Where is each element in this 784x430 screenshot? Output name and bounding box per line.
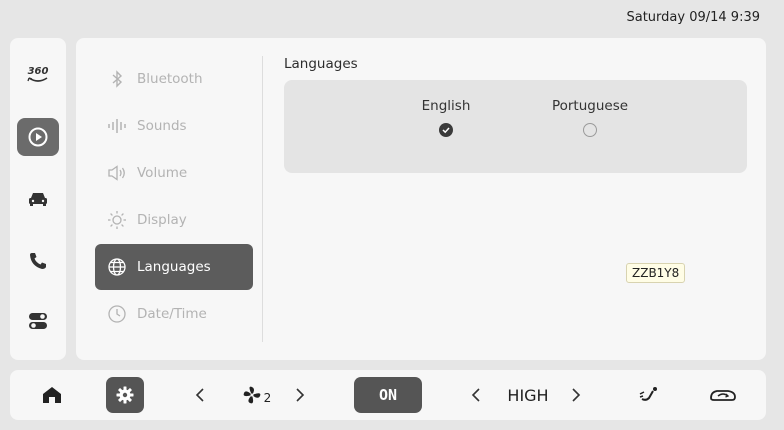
airflow-button[interactable] xyxy=(636,370,664,420)
settings-panel: Bluetooth Sounds Volume Display Language… xyxy=(76,38,766,360)
bottom-bar: 2 ON HIGH xyxy=(10,370,766,420)
menu-item-label: Sounds xyxy=(137,118,187,134)
360-camera-icon: 360 xyxy=(27,67,49,83)
brightness-icon xyxy=(107,210,127,230)
fan-level: 2 xyxy=(263,391,272,405)
fan-increase-button[interactable] xyxy=(290,370,310,420)
rail-vehicle-button[interactable] xyxy=(17,180,59,218)
mode-decrease-button[interactable] xyxy=(466,370,486,420)
clock-icon xyxy=(107,304,127,324)
chevron-left-icon xyxy=(195,388,204,402)
car-icon xyxy=(29,193,47,206)
menu-item-date-time[interactable]: Date/Time xyxy=(95,291,253,337)
play-icon xyxy=(28,127,48,147)
chevron-right-icon xyxy=(572,388,581,402)
side-rail: 360 xyxy=(10,38,66,360)
language-label: Portuguese xyxy=(551,98,629,114)
menu-item-label: Bluetooth xyxy=(137,71,203,87)
seat-airflow-icon xyxy=(639,387,657,401)
language-label: English xyxy=(421,98,471,114)
menu-divider xyxy=(262,56,263,342)
menu-item-bluetooth[interactable]: Bluetooth xyxy=(95,56,253,102)
phone-icon xyxy=(30,253,46,269)
label-tag: ZZB1Y8 xyxy=(626,263,686,283)
language-option-english[interactable]: English xyxy=(386,98,506,137)
rail-controls-button[interactable] xyxy=(17,302,59,340)
rail-360-camera-button[interactable]: 360 xyxy=(17,56,59,94)
settings-button[interactable] xyxy=(106,370,144,420)
mode-indicator: HIGH xyxy=(498,370,558,420)
chevron-right-icon xyxy=(296,388,305,402)
radio-checked-icon[interactable] xyxy=(439,123,453,137)
recirculation-button[interactable] xyxy=(706,370,740,420)
rail-media-button[interactable] xyxy=(17,118,59,156)
menu-item-label: Display xyxy=(137,212,187,228)
radio-unchecked-icon[interactable] xyxy=(583,123,597,137)
mode-increase-button[interactable] xyxy=(566,370,586,420)
languages-card: English Portuguese xyxy=(284,80,747,173)
speaker-icon xyxy=(107,163,127,183)
fan-decrease-button[interactable] xyxy=(190,370,210,420)
languages-title: Languages xyxy=(284,56,358,72)
recirculation-icon xyxy=(710,390,736,401)
menu-item-label: Date/Time xyxy=(137,306,207,322)
menu-item-volume[interactable]: Volume xyxy=(95,150,253,196)
mode-label: HIGH xyxy=(507,385,549,405)
climate-on-button[interactable]: ON xyxy=(354,370,422,420)
menu-item-label: Languages xyxy=(137,259,211,275)
chevron-left-icon xyxy=(471,388,480,402)
rail-phone-button[interactable] xyxy=(17,242,59,280)
bluetooth-icon xyxy=(107,69,127,89)
fan-icon xyxy=(243,386,261,404)
menu-item-sounds[interactable]: Sounds xyxy=(95,103,253,149)
clock: Saturday 09/14 9:39 xyxy=(626,10,760,25)
status-bar: Saturday 09/14 9:39 xyxy=(0,0,784,36)
globe-icon xyxy=(107,257,127,277)
menu-item-display[interactable]: Display xyxy=(95,197,253,243)
menu-item-languages[interactable]: Languages xyxy=(95,244,253,290)
sound-wave-icon xyxy=(107,116,127,136)
language-option-portuguese[interactable]: Portuguese xyxy=(530,98,650,137)
menu-item-label: Volume xyxy=(137,165,188,181)
home-icon xyxy=(43,387,61,403)
gear-icon xyxy=(116,386,134,404)
home-button[interactable] xyxy=(38,370,66,420)
fan-speed-indicator: 2 xyxy=(238,370,274,420)
toggles-icon xyxy=(29,313,47,329)
